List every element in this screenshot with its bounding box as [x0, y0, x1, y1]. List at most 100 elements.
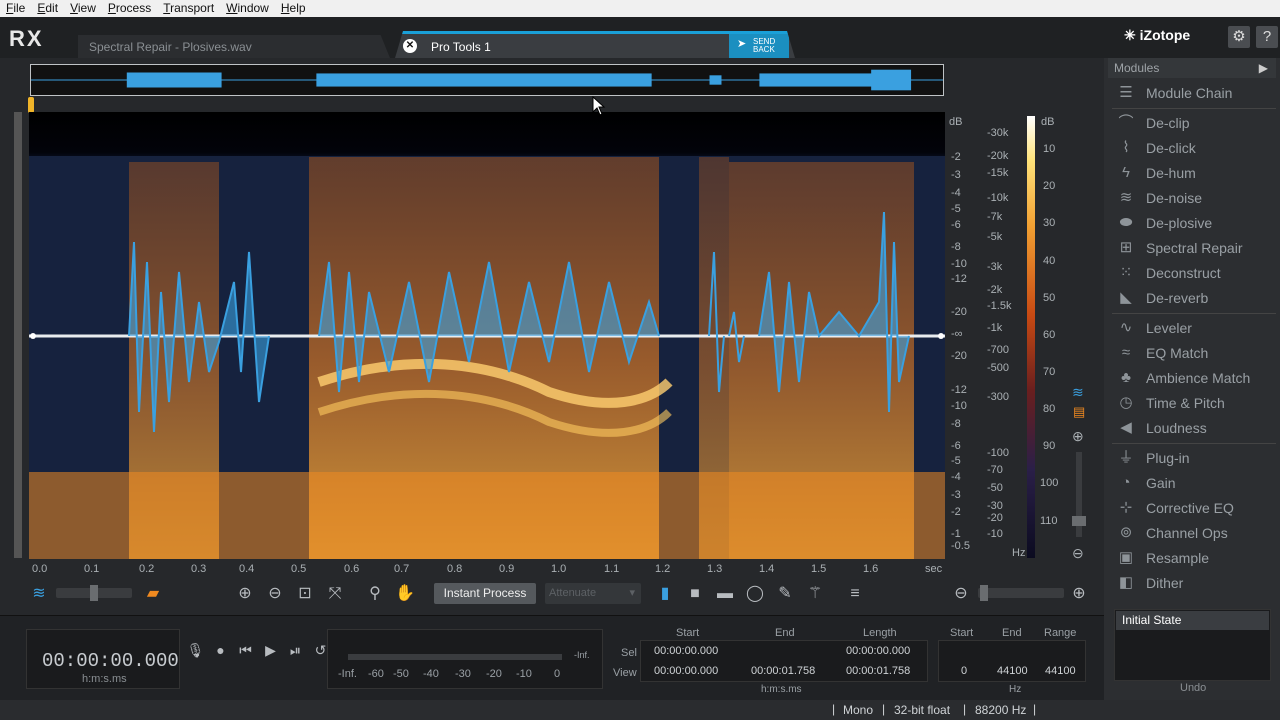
- module-label: Spectral Repair: [1146, 240, 1243, 256]
- module-channel-ops[interactable]: ⊚ Channel Ops: [1110, 521, 1276, 545]
- time-selection-tool-icon[interactable]: ▮: [652, 582, 678, 606]
- spectrogram-toggle-icon[interactable]: ▤: [1073, 404, 1085, 420]
- freq-start-field[interactable]: 0: [961, 665, 967, 677]
- time-tick: 0.9: [499, 563, 515, 575]
- de-clip-icon: ⌒: [1118, 114, 1134, 131]
- harmonic-selection-icon[interactable]: ≡: [842, 582, 868, 606]
- menu-edit[interactable]: Edit: [31, 0, 64, 17]
- zoom-out-icon[interactable]: ⊖: [262, 582, 288, 606]
- microphone-icon[interactable]: 🎙: [185, 640, 206, 661]
- module-ambience-match[interactable]: ♣ Ambience Match: [1110, 366, 1276, 390]
- freq-tick: -70: [987, 464, 1003, 476]
- waveform-toggle-icon[interactable]: ≋: [1072, 384, 1084, 401]
- spectrogram-image: [29, 112, 945, 559]
- expand-arrow-icon[interactable]: ▶: [1259, 61, 1268, 75]
- menu-view[interactable]: View: [64, 0, 102, 17]
- view-start-field[interactable]: 00:00:00.000: [654, 665, 718, 677]
- zoom-fit-icon[interactable]: ⤧: [322, 582, 348, 606]
- brush-tool-icon[interactable]: ✎: [772, 582, 798, 606]
- time-tick: 0.4: [239, 563, 255, 575]
- module-corrective-eq[interactable]: ⊹ Corrective EQ: [1110, 496, 1276, 520]
- module-leveler[interactable]: ∿ Leveler: [1110, 316, 1276, 340]
- hand-tool-icon[interactable]: ✋: [392, 582, 418, 606]
- sel-length-field[interactable]: 00:00:00.000: [846, 645, 910, 657]
- module-time-pitch[interactable]: ◷ Time & Pitch: [1110, 391, 1276, 415]
- frequency-selection-tool-icon[interactable]: ▬: [712, 582, 738, 606]
- module-deconstruct[interactable]: ⁙ Deconstruct: [1110, 261, 1276, 285]
- attenuate-dropdown[interactable]: Attenuate ▾: [545, 583, 641, 604]
- module-de-hum[interactable]: ϟ De-hum: [1110, 161, 1276, 185]
- module-de-reverb[interactable]: ◣ De-reverb: [1110, 286, 1276, 310]
- menu-process[interactable]: Process: [102, 0, 157, 17]
- send-back-button[interactable]: ➤ SEND BACK: [729, 34, 789, 58]
- gear-icon[interactable]: ⚙: [1228, 26, 1250, 48]
- zoom-in-vertical-icon[interactable]: ⊕: [1072, 428, 1084, 445]
- module-dither[interactable]: ◧ Dither: [1110, 571, 1276, 595]
- module-label: De-plosive: [1146, 215, 1213, 231]
- instant-process-button[interactable]: Instant Process: [434, 583, 536, 604]
- tab-spectral-repair-file[interactable]: Spectral Repair - Plosives.wav: [78, 35, 390, 58]
- waveform-overview[interactable]: [30, 64, 944, 96]
- history-item-initial-state[interactable]: Initial State: [1116, 611, 1269, 630]
- module-eq-match[interactable]: ≈ EQ Match: [1110, 341, 1276, 365]
- zoom-selection-icon[interactable]: ⊡: [292, 582, 318, 606]
- module-resample[interactable]: ▣ Resample: [1110, 546, 1276, 570]
- status-samplerate: 88200 Hz: [975, 703, 1027, 717]
- colorbar-tick: 100: [1040, 477, 1059, 489]
- module-gain[interactable]: ◔ Gain: [1110, 471, 1276, 495]
- menu-help[interactable]: Help: [275, 0, 312, 17]
- horizontal-zoom-in-icon[interactable]: ⊕: [1066, 582, 1092, 606]
- box-selection-tool-icon[interactable]: ■: [682, 582, 708, 606]
- horizontal-zoom-out-icon[interactable]: ⊖: [948, 582, 974, 606]
- ambience-match-icon: ♣: [1121, 369, 1131, 386]
- menu-window[interactable]: Window: [220, 0, 275, 17]
- horizontal-zoom-handle[interactable]: [980, 585, 988, 601]
- freq-range-field[interactable]: 44100: [1045, 665, 1076, 677]
- vertical-zoom-handle[interactable]: [1072, 516, 1086, 526]
- speaker-icon: ◀: [1120, 419, 1132, 436]
- vertical-scrollbar[interactable]: [14, 112, 22, 558]
- blend-slider-handle[interactable]: [90, 585, 98, 601]
- colorbar-tick: 50: [1043, 292, 1056, 304]
- spectrogram-display[interactable]: [29, 112, 945, 559]
- db-tick: -20: [951, 350, 967, 362]
- magnify-icon[interactable]: ⚲: [362, 582, 388, 606]
- magic-wand-icon[interactable]: ⚚: [802, 582, 828, 606]
- izotope-x-icon: ✳: [1124, 27, 1136, 43]
- menu-transport[interactable]: Transport: [157, 0, 220, 17]
- module-loudness[interactable]: ◀ Loudness: [1110, 416, 1276, 440]
- freq-tick: -7k: [987, 211, 1003, 223]
- play-button[interactable]: ▶: [260, 640, 281, 661]
- view-end-field[interactable]: 00:00:01.758: [751, 665, 815, 677]
- zoom-out-vertical-icon[interactable]: ⊖: [1072, 545, 1084, 562]
- waveform-view-icon[interactable]: ≋: [26, 582, 52, 606]
- module-chain[interactable]: ☰ Module Chain: [1110, 81, 1276, 105]
- zoom-in-icon[interactable]: ⊕: [232, 582, 258, 606]
- module-de-clip[interactable]: ⌒ De-clip: [1110, 111, 1276, 135]
- playhead-handle[interactable]: [28, 97, 34, 113]
- tab-pro-tools[interactable]: ✕ Pro Tools 1 ➤ SEND BACK: [395, 31, 795, 58]
- status-divider: |: [882, 702, 886, 716]
- help-icon[interactable]: ?: [1256, 26, 1278, 48]
- play-selection-button[interactable]: ⏯: [285, 640, 306, 661]
- freq-end-field[interactable]: 44100: [997, 665, 1028, 677]
- module-spectral-repair[interactable]: ⊞ Spectral Repair: [1110, 236, 1276, 260]
- db-tick: -3: [951, 489, 961, 501]
- module-plug-in[interactable]: ⏚ Plug-in: [1110, 446, 1276, 470]
- skip-back-button[interactable]: ⏮: [235, 640, 256, 661]
- spectrogram-view-icon[interactable]: ▰: [140, 582, 166, 606]
- output-meter: -Inf. -Inf. -60 -50 -40 -30 -20 -10 0: [327, 629, 603, 689]
- record-button[interactable]: ●: [210, 640, 231, 661]
- module-de-click[interactable]: ⌇ De-click: [1110, 136, 1276, 160]
- meter-tick: 0: [554, 668, 561, 680]
- meter-tick: -20: [486, 668, 502, 680]
- menu-file[interactable]: File: [0, 0, 31, 17]
- lasso-tool-icon[interactable]: ◯: [742, 582, 768, 606]
- horizontal-zoom-slider[interactable]: [978, 588, 1064, 598]
- view-length-field[interactable]: 00:00:01.758: [846, 665, 910, 677]
- module-de-plosive[interactable]: ⬬ De-plosive: [1110, 211, 1276, 235]
- sel-start-field[interactable]: 00:00:00.000: [654, 645, 718, 657]
- colorbar-tick: 110: [1040, 515, 1058, 527]
- close-tab-icon[interactable]: ✕: [403, 39, 417, 53]
- module-de-noise[interactable]: ≋ De-noise: [1110, 186, 1276, 210]
